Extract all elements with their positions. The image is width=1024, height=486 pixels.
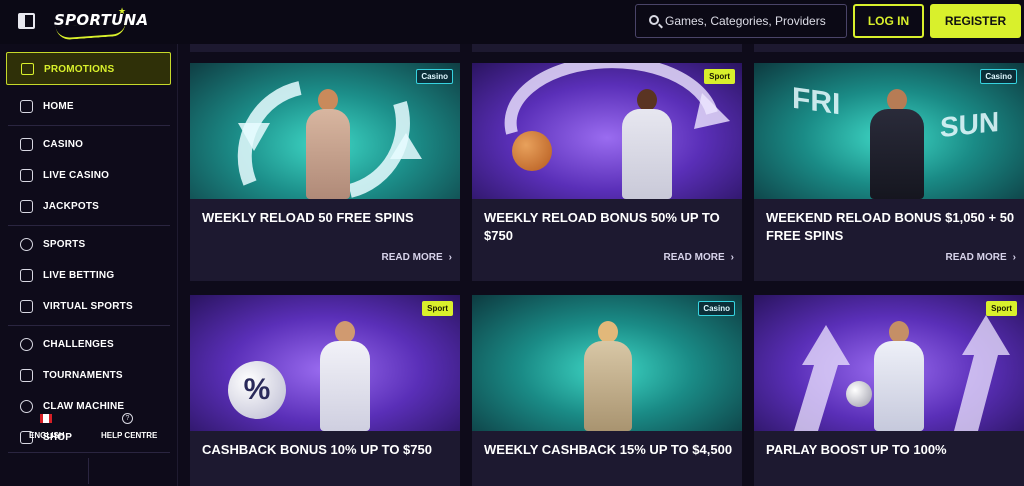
read-more-label: READ MORE bbox=[945, 252, 1007, 263]
promo-title: PARLAY BOOST UP TO 100% bbox=[766, 442, 947, 457]
chevron-right-icon: › bbox=[1012, 252, 1016, 263]
chevron-right-icon: › bbox=[730, 252, 734, 263]
sidebar-item-label: CLAW MACHINE bbox=[43, 401, 125, 412]
live-casino-icon bbox=[20, 169, 33, 182]
promo-model bbox=[298, 89, 358, 199]
sidebar-item-virtual-sports[interactable]: VIRTUAL SPORTS bbox=[6, 294, 171, 320]
card-remnant bbox=[472, 44, 742, 52]
promo-image: % bbox=[190, 295, 460, 431]
promo-tennis-player bbox=[310, 321, 380, 431]
sidebar-item-jackpots[interactable]: JACKPOTS bbox=[6, 194, 171, 220]
percent-ball-graphic: % bbox=[228, 361, 286, 419]
promo-title: WEEKLY RELOAD 50 FREE SPINS bbox=[202, 210, 414, 225]
read-more-link[interactable]: READ MORE › bbox=[382, 252, 452, 263]
category-badge: Sport bbox=[986, 301, 1017, 316]
basketball-graphic bbox=[512, 131, 552, 171]
top-header: SPORTUNA ★ Games, Categories, Providers … bbox=[0, 0, 1024, 44]
sidebar-item-label: LIVE CASINO bbox=[43, 170, 110, 181]
sidebar-item-label: PROMOTIONS bbox=[44, 64, 115, 75]
sidebar-item-label: HOME bbox=[43, 101, 74, 112]
promo-athlete bbox=[612, 89, 682, 199]
read-more-link[interactable]: READ MORE › bbox=[664, 252, 734, 263]
footer-divider bbox=[88, 458, 89, 484]
promo-card[interactable]: Casino WEEKLY CASHBACK 15% UP TO $4,500 bbox=[472, 295, 742, 486]
promo-title: WEEKLY RELOAD BONUS 50% UP TO $750 bbox=[484, 210, 720, 243]
sidebar-item-label: TOURNAMENTS bbox=[43, 370, 123, 381]
sidebar-item-label: VIRTUAL SPORTS bbox=[43, 301, 133, 312]
category-badge: Casino bbox=[698, 301, 735, 316]
promo-image bbox=[754, 295, 1024, 431]
sidebar-item-live-betting[interactable]: LIVE BETTING bbox=[6, 263, 171, 289]
claw-icon bbox=[20, 400, 33, 413]
sportuna-logo[interactable]: SPORTUNA ★ bbox=[54, 6, 148, 41]
sidebar-item-claw-machine[interactable]: CLAW MACHINE bbox=[6, 394, 171, 420]
sidebar-item-live-casino[interactable]: LIVE CASINO bbox=[6, 163, 171, 189]
category-badge: Sport bbox=[422, 301, 453, 316]
sidebar-item-home[interactable]: HOME bbox=[6, 94, 171, 120]
help-icon[interactable]: ? bbox=[122, 413, 133, 424]
promo-title: CASHBACK BONUS 10% UP TO $750 bbox=[202, 442, 432, 457]
image-text-fri: FRI bbox=[792, 81, 841, 122]
search-icon bbox=[649, 15, 659, 25]
reload-arrows-graphic bbox=[504, 63, 730, 135]
sidebar-item-label: LIVE BETTING bbox=[43, 270, 115, 281]
home-icon bbox=[20, 100, 33, 113]
promo-card[interactable]: Sport PARLAY BOOST UP TO 100% bbox=[754, 295, 1024, 486]
help-centre-link[interactable]: HELP CENTRE bbox=[101, 431, 157, 440]
sidebar-divider bbox=[8, 225, 170, 226]
promo-model bbox=[576, 321, 640, 431]
promo-card[interactable]: FRI SUN Casino WEEKEND RELOAD BONUS $1,0… bbox=[754, 63, 1024, 281]
sidebar-item-promotions[interactable]: PROMOTIONS bbox=[6, 52, 171, 85]
category-badge: Casino bbox=[980, 69, 1017, 84]
promo-model bbox=[862, 89, 932, 199]
sidebar-item-casino[interactable]: CASINO bbox=[6, 132, 171, 158]
percent-text: % bbox=[243, 373, 271, 406]
image-text-sun: SUN bbox=[940, 105, 1000, 144]
promo-title: WEEKLY CASHBACK 15% UP TO $4,500 bbox=[484, 442, 733, 457]
sidebar-divider bbox=[8, 125, 170, 126]
sidebar-toggle-icon[interactable] bbox=[18, 13, 35, 29]
soccer-ball-graphic bbox=[846, 381, 872, 407]
search-box[interactable]: Games, Categories, Providers bbox=[635, 4, 847, 38]
promo-card[interactable]: % Sport CASHBACK BONUS 10% UP TO $750 bbox=[190, 295, 460, 486]
promo-card[interactable]: Casino WEEKLY RELOAD 50 FREE SPINS READ … bbox=[190, 63, 460, 281]
gamepad-icon bbox=[20, 300, 33, 313]
read-more-link[interactable]: READ MORE › bbox=[946, 252, 1016, 263]
promo-soccer-player bbox=[864, 321, 934, 431]
read-more-label: READ MORE bbox=[663, 252, 725, 263]
sidebar-item-label: CHALLENGES bbox=[43, 339, 114, 350]
sidebar-item-label: CASINO bbox=[43, 139, 84, 150]
login-button[interactable]: LOG IN bbox=[853, 4, 924, 38]
logo-star-icon: ★ bbox=[118, 6, 127, 16]
sidebar-divider bbox=[8, 452, 170, 453]
category-badge: Casino bbox=[416, 69, 453, 84]
card-remnant bbox=[754, 44, 1024, 52]
chevron-right-icon: › bbox=[448, 252, 452, 263]
gift-icon bbox=[21, 63, 34, 75]
live-betting-icon bbox=[20, 269, 33, 282]
sidebar-item-tournaments[interactable]: TOURNAMENTS bbox=[6, 363, 171, 389]
sidebar: PROMOTIONS HOME CASINO LIVE CASINO JACKP… bbox=[0, 44, 178, 486]
promo-card[interactable]: Sport WEEKLY RELOAD BONUS 50% UP TO $750… bbox=[472, 63, 742, 281]
tournaments-icon bbox=[20, 369, 33, 382]
casino-icon bbox=[20, 138, 33, 151]
sidebar-item-challenges[interactable]: CHALLENGES bbox=[6, 332, 171, 358]
language-selector[interactable]: ENGLISH bbox=[29, 431, 65, 440]
sidebar-divider bbox=[8, 325, 170, 326]
sidebar-item-sports[interactable]: SPORTS bbox=[6, 232, 171, 258]
promo-title: WEEKEND RELOAD BONUS $1,050 + 50 FREE SP… bbox=[766, 210, 1015, 243]
challenges-icon bbox=[20, 338, 33, 351]
jackpots-icon bbox=[20, 200, 33, 213]
sidebar-item-label: JACKPOTS bbox=[43, 201, 100, 212]
search-input[interactable]: Games, Categories, Providers bbox=[665, 14, 826, 28]
category-badge: Sport bbox=[704, 69, 735, 84]
register-button[interactable]: REGISTER bbox=[930, 4, 1021, 38]
read-more-label: READ MORE bbox=[381, 252, 443, 263]
sports-icon bbox=[20, 238, 33, 251]
canada-flag-icon[interactable] bbox=[40, 414, 52, 423]
sidebar-item-label: SPORTS bbox=[43, 239, 86, 250]
card-remnant bbox=[190, 44, 460, 52]
promo-image bbox=[472, 63, 742, 199]
